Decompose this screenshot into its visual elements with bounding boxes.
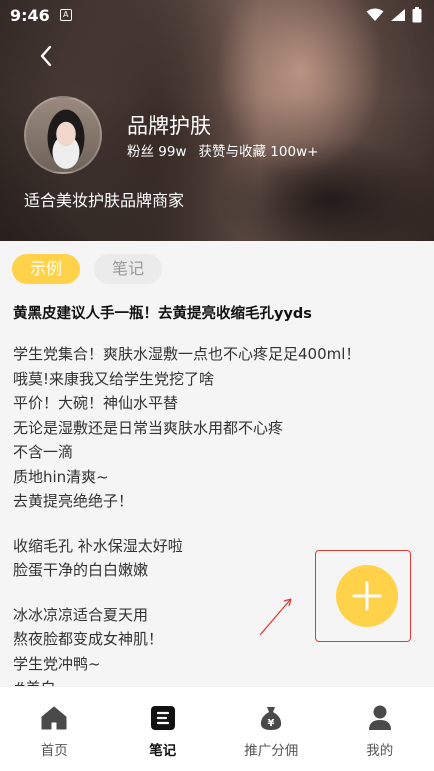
nav-label: 笔记 [149, 743, 177, 759]
wifi-icon [366, 8, 384, 21]
post-line: 质地hin清爽~ [13, 467, 109, 486]
post-line: 平价！大碗！神仙水平替 [13, 394, 179, 412]
avatar[interactable] [24, 96, 102, 174]
nav-item-promotion[interactable]: ¥ 推广分佣 [217, 687, 326, 771]
signal-icon [391, 9, 405, 21]
post-line: 哦莫!来康我又给学生党挖了啥 [13, 369, 215, 388]
home-icon [41, 706, 67, 730]
nav-label: 我的 [366, 743, 394, 759]
nav-item-notes[interactable]: 笔记 [109, 687, 218, 771]
user-icon [368, 705, 391, 730]
post-line: 无论是湿敷还是日常当爽肤水用都不心疼 [13, 418, 284, 437]
fans-count: 粉丝 99w [127, 144, 187, 160]
add-note-button[interactable] [336, 565, 398, 627]
status-time: 9:46 [10, 5, 50, 25]
post-line: #美白 [13, 676, 423, 686]
notes-icon [150, 706, 175, 730]
post-paragraph-1: 学生党集合！爽肤水湿敷一点也不心疼足足400ml！ 哦莫!来康我又给学生党挖了啥… [13, 342, 423, 514]
brand-stats: 粉丝 99w 获赞与收藏 100w+ [127, 140, 318, 160]
status-bar: 9:46 A [0, 0, 434, 30]
tab-example[interactable]: 示例 [12, 254, 81, 284]
tab-notes[interactable]: 笔记 [94, 254, 163, 284]
tab-bar: 示例 笔记 [12, 254, 163, 284]
post-title: 黄黑皮建议人手一瓶！去黄提亮收缩毛孔yyds [13, 306, 312, 322]
post-line: 学生党集合！爽肤水湿敷一点也不心疼足足400ml！ [13, 345, 361, 363]
nav-item-mine[interactable]: 我的 [326, 687, 434, 771]
bottom-nav: 首页 笔记 ¥ 推广分佣 我的 [0, 686, 434, 771]
back-button[interactable] [30, 40, 62, 72]
plus-icon [352, 581, 382, 611]
money-bag-icon: ¥ [261, 707, 282, 730]
notification-icon: A [59, 9, 72, 21]
annotation-arrow [259, 598, 292, 636]
nav-label: 首页 [40, 743, 68, 759]
likes-count: 获赞与收藏 100w+ [198, 144, 319, 160]
svg-text:¥: ¥ [268, 718, 275, 729]
post-line: 学生党冲鸭~ [13, 654, 101, 673]
brand-description: 适合美妆护肤品牌商家 [24, 191, 185, 210]
nav-item-home[interactable]: 首页 [0, 687, 109, 771]
nav-label: 推广分佣 [244, 743, 299, 759]
brand-name: 品牌护肤 [127, 114, 211, 138]
profile-header: 9:46 A 品牌护肤 粉丝 99w 获赞与收藏 100w+ 适合美妆护肤品牌商… [0, 0, 434, 241]
chevron-left-icon [40, 45, 52, 67]
battery-icon [412, 7, 422, 23]
post-line: 不含一滴 [13, 443, 74, 461]
post-line: 去黄提亮绝绝子！ [13, 492, 134, 510]
